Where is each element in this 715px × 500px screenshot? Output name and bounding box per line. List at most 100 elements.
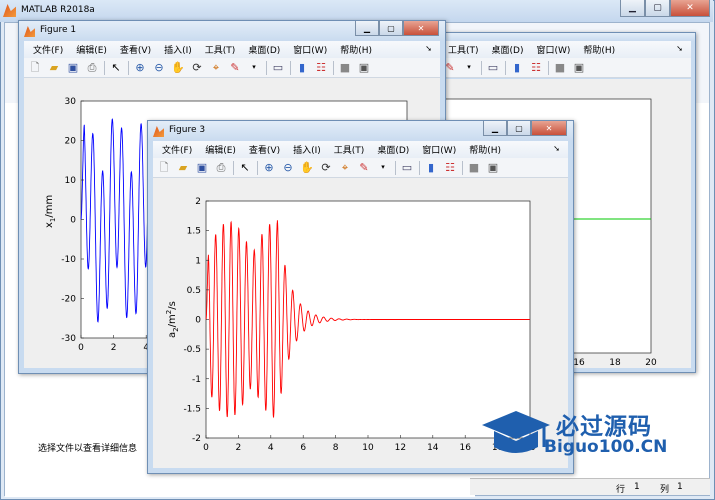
- figure-2-toolbar: ✎ ▾ ▭ ▮ ☷ ■ ▣: [439, 58, 691, 78]
- link-icon[interactable]: ▭: [270, 60, 286, 76]
- data-cursor-icon[interactable]: ⌖: [208, 60, 224, 76]
- save-icon[interactable]: ▣: [65, 60, 81, 76]
- menu-help[interactable]: 帮助(H): [340, 43, 372, 56]
- legend-icon[interactable]: ☷: [528, 60, 544, 76]
- menu-desktop[interactable]: 桌面(D): [377, 143, 409, 156]
- hide-tools-icon[interactable]: ■: [466, 160, 482, 176]
- menu-tools[interactable]: 工具(T): [448, 43, 479, 56]
- colorbar-icon[interactable]: ▮: [423, 160, 439, 176]
- figure-3-title: Figure 3: [169, 125, 206, 135]
- dropdown-icon[interactable]: ▾: [461, 60, 477, 76]
- separator: [233, 160, 234, 175]
- print-icon[interactable]: ⎙: [84, 60, 100, 76]
- menu-file[interactable]: 文件(F): [162, 143, 192, 156]
- menu-window[interactable]: 窗口(W): [536, 43, 570, 56]
- menu-insert[interactable]: 插入(I): [164, 43, 192, 56]
- hide-tools-icon[interactable]: ■: [337, 60, 353, 76]
- separator: [481, 60, 482, 75]
- x-tick-label: 16: [573, 358, 585, 368]
- dock-figure-icon[interactable]: ▣: [571, 60, 587, 76]
- minimize-button[interactable]: ▁: [483, 121, 507, 136]
- close-button[interactable]: ✕: [531, 121, 567, 136]
- menu-window[interactable]: 窗口(W): [293, 43, 327, 56]
- brush-icon[interactable]: ✎: [227, 60, 243, 76]
- menu-desktop[interactable]: 桌面(D): [492, 43, 524, 56]
- dock-figure-icon[interactable]: ▣: [356, 60, 372, 76]
- pan-icon[interactable]: ✋: [299, 160, 315, 176]
- minimize-button[interactable]: ▁: [355, 21, 379, 36]
- y-tick-group: 2 1.5 1 0.5 0 -0.5 -1 -1.5 -2: [183, 197, 209, 444]
- legend-icon[interactable]: ☷: [313, 60, 329, 76]
- menu-window[interactable]: 窗口(W): [422, 143, 456, 156]
- print-icon[interactable]: ⎙: [213, 160, 229, 176]
- menu-tools[interactable]: 工具(T): [334, 143, 365, 156]
- zoom-in-icon[interactable]: ⊕: [132, 60, 148, 76]
- menu-view[interactable]: 查看(V): [120, 43, 151, 56]
- col-label: 列: [660, 485, 670, 495]
- colorbar-icon[interactable]: ▮: [509, 60, 525, 76]
- col-value: 1: [677, 482, 683, 492]
- dock-icon[interactable]: ➘: [676, 44, 683, 53]
- zoom-out-icon[interactable]: ⊖: [151, 60, 167, 76]
- menu-desktop[interactable]: 桌面(D): [248, 43, 280, 56]
- status-bar: 行 1 列 1: [470, 478, 710, 495]
- separator: [104, 60, 105, 75]
- new-file-icon[interactable]: 🗋: [156, 160, 172, 176]
- y-tick-group: 30 20 10 0 -10 -20 -30: [61, 97, 84, 344]
- separator: [128, 60, 129, 75]
- figure-1-toolbar: 🗋 ▰ ▣ ⎙ ↖ ⊕ ⊖ ✋ ⟳ ⌖ ✎ ▾ ▭ ▮ ☷ ■ ▣: [24, 58, 440, 78]
- dropdown-icon[interactable]: ▾: [375, 160, 391, 176]
- zoom-in-icon[interactable]: ⊕: [261, 160, 277, 176]
- menu-help[interactable]: 帮助(H): [469, 143, 501, 156]
- select-arrow-icon[interactable]: ↖: [237, 160, 253, 176]
- figure-3-menubar: 文件(F) 编辑(E) 查看(V) 插入(I) 工具(T) 桌面(D) 窗口(W…: [153, 141, 568, 158]
- separator: [333, 60, 334, 75]
- menu-insert[interactable]: 插入(I): [293, 143, 321, 156]
- details-placeholder-text: 选择文件以查看详细信息: [38, 444, 138, 454]
- y-axis-label: x1/mm: [44, 195, 57, 228]
- maximize-button[interactable]: ▢: [379, 21, 403, 36]
- colorbar-icon[interactable]: ▮: [294, 60, 310, 76]
- x-tick-label: 0: [203, 443, 209, 453]
- figure-3-title-bar: Figure 3 ▁ ▢ ✕: [148, 121, 573, 141]
- open-file-icon[interactable]: ▰: [175, 160, 191, 176]
- rotate-icon[interactable]: ⟳: [189, 60, 205, 76]
- x-tick-label: 16: [459, 443, 471, 453]
- x-tick-label: 10: [362, 443, 374, 453]
- figure-2-title-bar: [439, 33, 695, 41]
- separator: [395, 160, 396, 175]
- link-icon[interactable]: ▭: [399, 160, 415, 176]
- y-tick-label: -10: [61, 255, 76, 265]
- dock-figure-icon[interactable]: ▣: [485, 160, 501, 176]
- zoom-out-icon[interactable]: ⊖: [280, 160, 296, 176]
- dock-icon[interactable]: ➘: [553, 144, 560, 153]
- maximize-button[interactable]: ▢: [507, 121, 531, 136]
- data-cursor-icon[interactable]: ⌖: [337, 160, 353, 176]
- dropdown-icon[interactable]: ▾: [246, 60, 262, 76]
- menu-help[interactable]: 帮助(H): [583, 43, 615, 56]
- figure-3-toolbar: 🗋 ▰ ▣ ⎙ ↖ ⊕ ⊖ ✋ ⟳ ⌖ ✎ ▾ ▭ ▮ ☷ ■ ▣: [153, 158, 568, 178]
- rotate-icon[interactable]: ⟳: [318, 160, 334, 176]
- menu-file[interactable]: 文件(F): [33, 43, 63, 56]
- hide-tools-icon[interactable]: ■: [552, 60, 568, 76]
- pan-icon[interactable]: ✋: [170, 60, 186, 76]
- dock-icon[interactable]: ➘: [425, 44, 432, 53]
- save-icon[interactable]: ▣: [194, 160, 210, 176]
- open-file-icon[interactable]: ▰: [46, 60, 62, 76]
- legend-icon[interactable]: ☷: [442, 160, 458, 176]
- menu-view[interactable]: 查看(V): [249, 143, 280, 156]
- brush-icon[interactable]: ✎: [356, 160, 372, 176]
- figure-2-menubar: 工具(T) 桌面(D) 窗口(W) 帮助(H) ➘: [439, 41, 691, 58]
- new-file-icon[interactable]: 🗋: [27, 60, 43, 76]
- close-button[interactable]: ✕: [670, 0, 710, 17]
- menu-tools[interactable]: 工具(T): [205, 43, 236, 56]
- select-arrow-icon[interactable]: ↖: [108, 60, 124, 76]
- menu-edit[interactable]: 编辑(E): [76, 43, 107, 56]
- link-icon[interactable]: ▭: [485, 60, 501, 76]
- maximize-button[interactable]: ▢: [645, 0, 670, 17]
- menu-edit[interactable]: 编辑(E): [205, 143, 236, 156]
- minimize-button[interactable]: ▁: [620, 0, 645, 17]
- figure-icon: [153, 126, 164, 137]
- close-button[interactable]: ✕: [403, 21, 439, 36]
- y-tick-label: 1.5: [187, 227, 201, 237]
